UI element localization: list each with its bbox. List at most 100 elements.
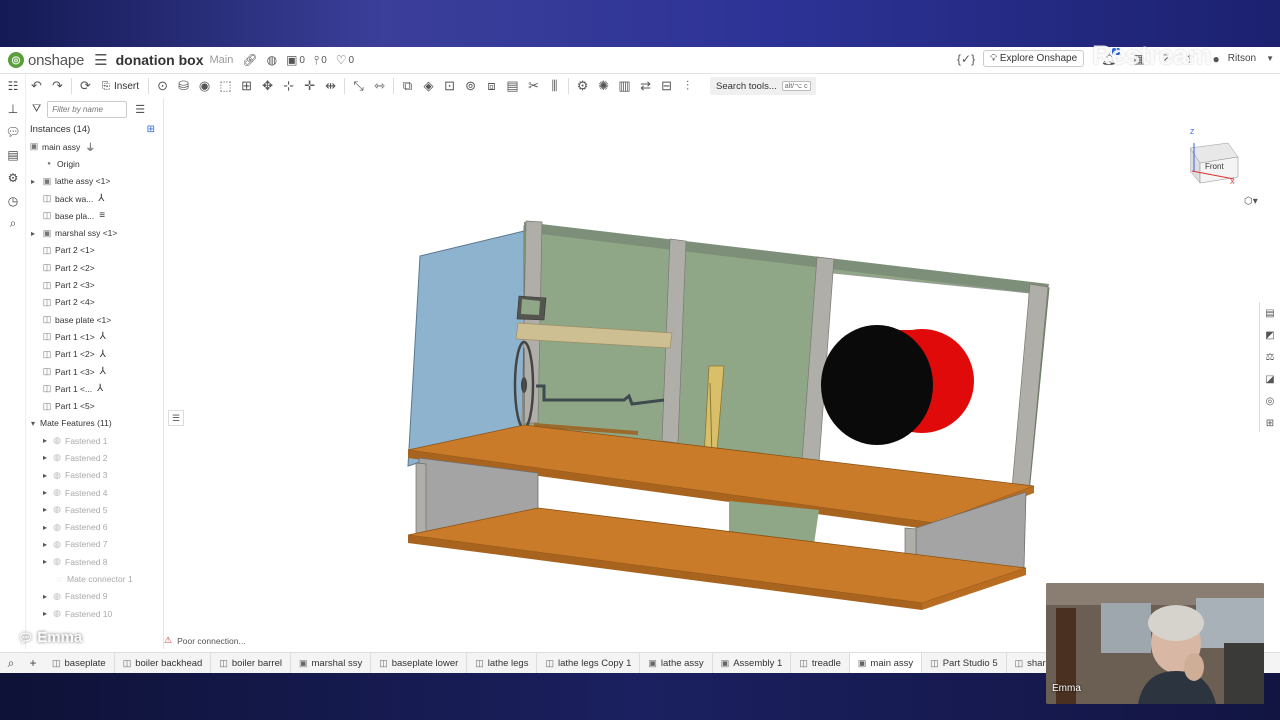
- tree-item-part[interactable]: ◫ back wa... ⅄: [26, 190, 163, 207]
- tangent-mate-icon[interactable]: ⤡: [348, 76, 369, 96]
- chevron-right-icon[interactable]: ▸: [40, 609, 50, 618]
- tree-item-part[interactable]: ◫ Part 1 <2> ⅄: [26, 346, 163, 363]
- ball-mate-icon[interactable]: ⇹: [320, 76, 341, 96]
- tree-item-mate[interactable]: ▸ ◍ Fastened 2: [26, 449, 163, 466]
- insert-button[interactable]: ⎘ Insert: [96, 81, 145, 92]
- chevron-right-icon[interactable]: ▸: [40, 592, 50, 601]
- user-name[interactable]: Ritson: [1228, 53, 1256, 64]
- document-title[interactable]: donation box: [116, 52, 204, 68]
- configurations-icon[interactable]: ⚙: [0, 166, 26, 189]
- tree-item-part[interactable]: ◫ Part 1 <3> ⅄: [26, 363, 163, 380]
- tree-item-mate[interactable]: ▸ ◍ Fastened 10: [26, 605, 163, 622]
- tab-lathe-legs[interactable]: ◫ lathe legs: [467, 653, 538, 673]
- mate-icon[interactable]: ⊥: [0, 97, 26, 120]
- circular-pattern-icon[interactable]: ⊚: [460, 76, 481, 96]
- filter-icon[interactable]: ⛛: [32, 103, 41, 116]
- hamburger-menu-icon[interactable]: ☰: [94, 51, 107, 69]
- material-icon[interactable]: ◎: [1260, 390, 1280, 412]
- graphics-viewport[interactable]: ☰ Front Z X ⬡▾: [164, 98, 1259, 649]
- screw-relation-icon[interactable]: ▥: [614, 76, 635, 96]
- tree-item-part[interactable]: ◫ Part 2 <4>: [26, 294, 163, 311]
- tab-assembly-1[interactable]: ▣ Assembly 1: [713, 653, 792, 673]
- globe-icon[interactable]: ◍: [267, 53, 277, 67]
- like-icon[interactable]: ♡: [336, 53, 347, 67]
- tree-item-part[interactable]: ◫ base pla... ≡: [26, 207, 163, 224]
- onshape-logo[interactable]: ◎ onshape: [8, 52, 84, 69]
- tree-item-part[interactable]: ◫ Part 1 <1> ⅄: [26, 328, 163, 345]
- tree-item-part[interactable]: ◫ Part 2 <3>: [26, 276, 163, 293]
- explore-onshape-button[interactable]: 💡︎ Explore Onshape: [983, 50, 1085, 67]
- tab-baseplate[interactable]: ◫ baseplate: [44, 653, 115, 673]
- tab-treadle[interactable]: ◫ treadle: [791, 653, 850, 673]
- tab-lathe-assy[interactable]: ▣ lathe assy: [640, 653, 713, 673]
- bom-panel-icon[interactable]: ▤: [0, 143, 26, 166]
- slider-mate-icon[interactable]: ⬚: [215, 76, 236, 96]
- rack-pinion-icon[interactable]: ✺: [593, 76, 614, 96]
- filter-input[interactable]: [47, 100, 128, 118]
- exploded-view-icon[interactable]: ▤: [502, 76, 523, 96]
- tree-item-part[interactable]: ◫ Part 1 <5>: [26, 397, 163, 414]
- tab-boiler-barrel[interactable]: ◫ boiler barrel: [211, 653, 291, 673]
- relation-icon[interactable]: ⧈: [481, 76, 502, 96]
- parallel-mate-icon[interactable]: ✛: [299, 76, 320, 96]
- planar-mate-icon[interactable]: ⊹: [278, 76, 299, 96]
- chevron-down-icon[interactable]: ▼: [1266, 54, 1274, 63]
- chevron-right-icon[interactable]: ▸: [40, 505, 50, 514]
- mass-properties-icon[interactable]: ⚖: [1260, 346, 1280, 368]
- list-view-icon[interactable]: ☰: [135, 103, 145, 116]
- comments-icon[interactable]: 💬︎: [0, 120, 26, 143]
- tree-item-part[interactable]: ◫ Part 2 <1>: [26, 242, 163, 259]
- tree-item-lathe-assy[interactable]: ▸ ▣ lathe assy <1>: [26, 173, 163, 190]
- tree-item-mate[interactable]: ▸ ◍ Fastened 8: [26, 553, 163, 570]
- add-tab-icon[interactable]: +: [22, 653, 44, 673]
- link-icon[interactable]: 🔗︎: [242, 53, 257, 67]
- assembly-model[interactable]: [164, 98, 1259, 649]
- versions-icon[interactable]: ▣: [286, 53, 297, 67]
- appearance-icon[interactable]: ◩: [1260, 324, 1280, 346]
- tree-item-mate-connector[interactable]: ◌ Mate connector 1: [26, 570, 163, 587]
- branches-icon[interactable]: ⫯: [314, 53, 319, 68]
- tab-part-studio-5[interactable]: ◫ Part Studio 5: [922, 653, 1007, 673]
- tree-item-mate[interactable]: ▸ ◍ Fastened 6: [26, 519, 163, 536]
- tab-list-icon[interactable]: ⌕: [0, 653, 22, 673]
- branch-name[interactable]: Main: [210, 54, 234, 66]
- view-options-icon[interactable]: ⬡▾: [1244, 196, 1258, 207]
- chevron-right-icon[interactable]: ▸: [40, 557, 50, 566]
- linear-pattern-icon[interactable]: ⊡: [439, 76, 460, 96]
- tree-item-main-assy[interactable]: ▣ main assy ⏚: [26, 138, 163, 155]
- chevron-right-icon[interactable]: ▸: [28, 177, 38, 186]
- chevron-right-icon[interactable]: ▸: [40, 436, 50, 445]
- variables-icon[interactable]: ⫶: [677, 76, 698, 96]
- chevron-right-icon[interactable]: ▸: [40, 540, 50, 549]
- view-cube[interactable]: Front Z X: [1189, 129, 1254, 189]
- panel-collapse-icon[interactable]: ☰: [168, 410, 184, 426]
- tab-marshal-ssy[interactable]: ▣ marshal ssy: [291, 653, 372, 673]
- tree-item-marshal-ssy[interactable]: ▸ ▣ marshal ssy <1>: [26, 224, 163, 241]
- group-icon[interactable]: ⧉: [397, 76, 418, 96]
- replicate-icon[interactable]: ⊙: [152, 76, 173, 96]
- pin-slot-mate-icon[interactable]: ✥: [257, 76, 278, 96]
- tree-item-part[interactable]: ◫ Part 2 <2>: [26, 259, 163, 276]
- search-icon[interactable]: ⌕: [0, 212, 26, 235]
- code-icon[interactable]: {✓}: [957, 52, 975, 66]
- history-icon[interactable]: ◷: [0, 189, 26, 212]
- tab-lathe-legs-copy-1[interactable]: ◫ lathe legs Copy 1: [537, 653, 641, 673]
- revolute-mate-icon[interactable]: ◉: [194, 76, 215, 96]
- tree-item-mate[interactable]: ▸ ◍ Fastened 1: [26, 432, 163, 449]
- tree-item-mate[interactable]: ▸ ◍ Fastened 9: [26, 588, 163, 605]
- tree-item-mate[interactable]: ▸ ◍ Fastened 3: [26, 467, 163, 484]
- chevron-right-icon[interactable]: ▸: [28, 229, 38, 238]
- fastened-mate-icon[interactable]: ⛁: [173, 76, 194, 96]
- width-mate-icon[interactable]: ⇿: [369, 76, 390, 96]
- tree-item-origin[interactable]: ● Origin: [26, 155, 163, 172]
- tab-baseplate-lower[interactable]: ◫ baseplate lower: [371, 653, 468, 673]
- tree-item-mate[interactable]: ▸ ◍ Fastened 7: [26, 536, 163, 553]
- chevron-right-icon[interactable]: ▸: [40, 453, 50, 462]
- gear-relation-icon[interactable]: ⚙: [572, 76, 593, 96]
- user-avatar-icon[interactable]: ●: [1212, 52, 1219, 66]
- add-folder-icon[interactable]: ⊞: [147, 124, 155, 135]
- feature-list-icon[interactable]: ☷: [0, 74, 26, 97]
- tab-boiler-backhead[interactable]: ◫ boiler backhead: [115, 653, 212, 673]
- search-tools-input[interactable]: Search tools... alt/⌥ c: [710, 77, 817, 95]
- properties-icon[interactable]: ▤: [1260, 302, 1280, 324]
